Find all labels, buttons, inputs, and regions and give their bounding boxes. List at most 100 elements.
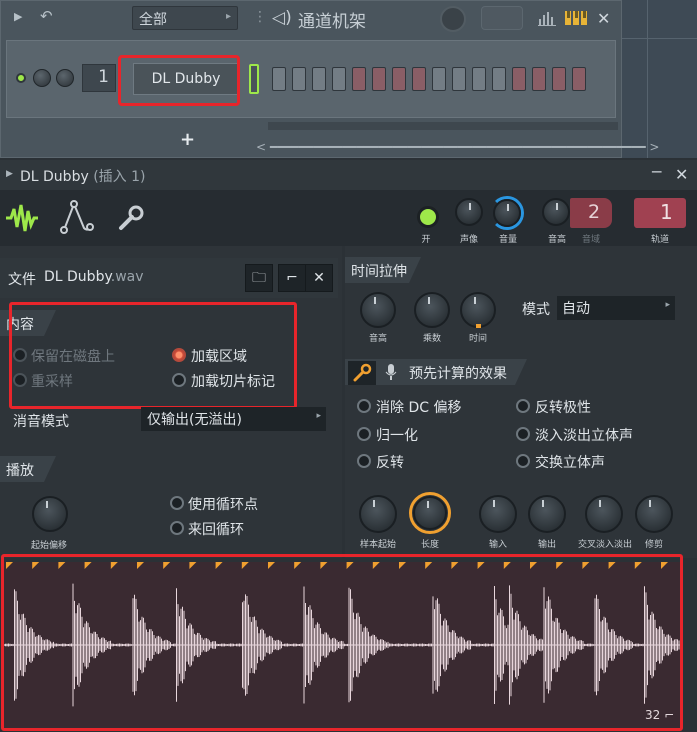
- start-offset-label: 起始偏移: [30, 541, 67, 551]
- collapse-arrow-icon[interactable]: ▶: [14, 10, 22, 23]
- pitch-knob[interactable]: [542, 198, 570, 226]
- file-label: 文件: [8, 272, 36, 288]
- step-button[interactable]: [412, 67, 426, 91]
- channel-volume-knob[interactable]: [56, 69, 74, 87]
- rack-selector[interactable]: [481, 6, 523, 30]
- chevron-right-icon: ▸: [225, 11, 231, 22]
- length-label: 长度: [420, 540, 439, 550]
- remove-dc-radio[interactable]: [357, 399, 371, 413]
- envelope-tab-icon[interactable]: [60, 200, 94, 234]
- start-offset-knob[interactable]: [32, 496, 68, 532]
- channel-rack-title: 通道机架: [298, 12, 366, 32]
- window-title-name: DL Dubby: [20, 169, 89, 185]
- fade-stereo-radio[interactable]: [516, 427, 530, 441]
- open-folder-button[interactable]: 🗀: [245, 264, 273, 292]
- length-knob[interactable]: [413, 496, 447, 530]
- waveform-tab-icon[interactable]: [4, 203, 40, 233]
- step-button[interactable]: [432, 67, 446, 91]
- input-knob[interactable]: [479, 495, 517, 533]
- pan-knob[interactable]: [455, 198, 483, 226]
- chevron-right-icon: ▸: [665, 300, 670, 310]
- sample-start-knob[interactable]: [359, 495, 397, 533]
- horizontal-scroll[interactable]: < ━━━━━━━━━━━━━━━━━━━━━━━━━━━━━━━━━━━━━━…: [256, 140, 659, 154]
- declick-mode-value: 仅输出(无溢出): [147, 412, 242, 428]
- close-icon[interactable]: ✕: [597, 9, 610, 28]
- volume-knob[interactable]: [493, 199, 521, 227]
- channel-filter-dropdown[interactable]: 全部 ▸: [132, 6, 238, 30]
- stretch-pitch-label: 音高: [368, 334, 387, 344]
- use-loop-points-radio[interactable]: [170, 496, 184, 510]
- remove-sample-button[interactable]: ✕: [305, 264, 333, 292]
- step-button[interactable]: [372, 67, 386, 91]
- highlight-box: [9, 302, 297, 409]
- step-button[interactable]: [452, 67, 466, 91]
- normalize-label: 归一化: [376, 428, 418, 444]
- close-icon: ✕: [313, 270, 325, 286]
- waveform-zoom-label[interactable]: 32 ⌐: [645, 708, 674, 722]
- stretch-multiply-knob[interactable]: [414, 292, 450, 328]
- use-loop-points-label: 使用循环点: [188, 497, 258, 513]
- file-tool-button[interactable]: ⌐: [278, 264, 306, 292]
- step-button[interactable]: [532, 67, 546, 91]
- rack-scrollbar[interactable]: [268, 122, 618, 130]
- drag-handle-icon[interactable]: ⋮: [253, 9, 267, 25]
- add-channel-button[interactable]: +: [180, 129, 195, 150]
- ping-pong-loop-radio[interactable]: [170, 521, 184, 535]
- step-button[interactable]: [352, 67, 366, 91]
- time-stretch-section-header: 时间拉伸: [345, 257, 421, 283]
- stretch-time-knob[interactable]: [460, 292, 496, 328]
- close-icon[interactable]: ✕: [675, 165, 688, 184]
- pitch-range-value: 2: [588, 201, 601, 223]
- step-button[interactable]: [292, 67, 306, 91]
- collapse-arrow-icon[interactable]: ▶: [6, 169, 13, 179]
- channel-pan-knob[interactable]: [33, 69, 51, 87]
- normalize-radio[interactable]: [357, 427, 371, 441]
- swing-knob[interactable]: [440, 6, 466, 32]
- step-button[interactable]: [572, 67, 586, 91]
- step-button[interactable]: [272, 67, 286, 91]
- step-button[interactable]: [472, 67, 486, 91]
- microphone-icon[interactable]: [384, 363, 398, 381]
- power-label: 开: [421, 235, 431, 245]
- precomputed-wrench-button[interactable]: [348, 361, 376, 385]
- swap-stereo-radio[interactable]: [516, 454, 530, 468]
- highlight-box: [118, 55, 240, 106]
- input-label: 输入: [488, 540, 507, 550]
- reverse-polarity-label: 反转极性: [535, 400, 591, 416]
- channel-power-led[interactable]: [417, 206, 439, 228]
- minimize-icon[interactable]: ‒: [651, 161, 662, 182]
- file-name-base: DL Dubby: [44, 269, 111, 285]
- piano-roll-icon[interactable]: [565, 11, 587, 25]
- output-knob[interactable]: [528, 495, 566, 533]
- crossfade-knob[interactable]: [585, 495, 623, 533]
- step-button[interactable]: [312, 67, 326, 91]
- trim-knob[interactable]: [635, 495, 673, 533]
- graph-icon[interactable]: [538, 11, 558, 27]
- channel-select-indicator[interactable]: [249, 64, 259, 94]
- pan-label: 声像: [459, 235, 478, 245]
- channel-mute-led[interactable]: [16, 73, 26, 83]
- step-button[interactable]: [512, 67, 526, 91]
- step-button[interactable]: [492, 67, 506, 91]
- step-button[interactable]: [392, 67, 406, 91]
- reverse-polarity-radio[interactable]: [516, 399, 530, 413]
- reverse-radio[interactable]: [357, 454, 371, 468]
- fade-stereo-label: 淡入淡出立体声: [535, 428, 633, 444]
- file-tool-icon: ⌐: [286, 270, 298, 286]
- stretch-pitch-knob[interactable]: [360, 292, 396, 328]
- declick-mode-dropdown[interactable]: 仅输出(无溢出) ▸: [141, 407, 326, 431]
- crossfade-label: 交叉淡入淡出: [577, 540, 632, 550]
- window-title-insert: (插入 1): [93, 169, 146, 185]
- channel-mixer-track[interactable]: 1: [82, 64, 116, 92]
- ping-pong-loop-label: 来回循环: [188, 522, 244, 538]
- window-title: DL Dubby (插入 1): [20, 166, 145, 186]
- step-button[interactable]: [552, 67, 566, 91]
- wrench-tab-icon[interactable]: [118, 204, 144, 232]
- undo-icon[interactable]: ↶: [40, 7, 53, 25]
- stretch-mode-dropdown[interactable]: 自动 ▸: [557, 296, 675, 320]
- playback-section-header: 播放: [0, 456, 56, 482]
- stretch-time-label: 时间: [468, 334, 487, 344]
- mixer-track-value: 1: [660, 200, 673, 224]
- volume-label: 音量: [498, 235, 517, 245]
- step-button[interactable]: [332, 67, 346, 91]
